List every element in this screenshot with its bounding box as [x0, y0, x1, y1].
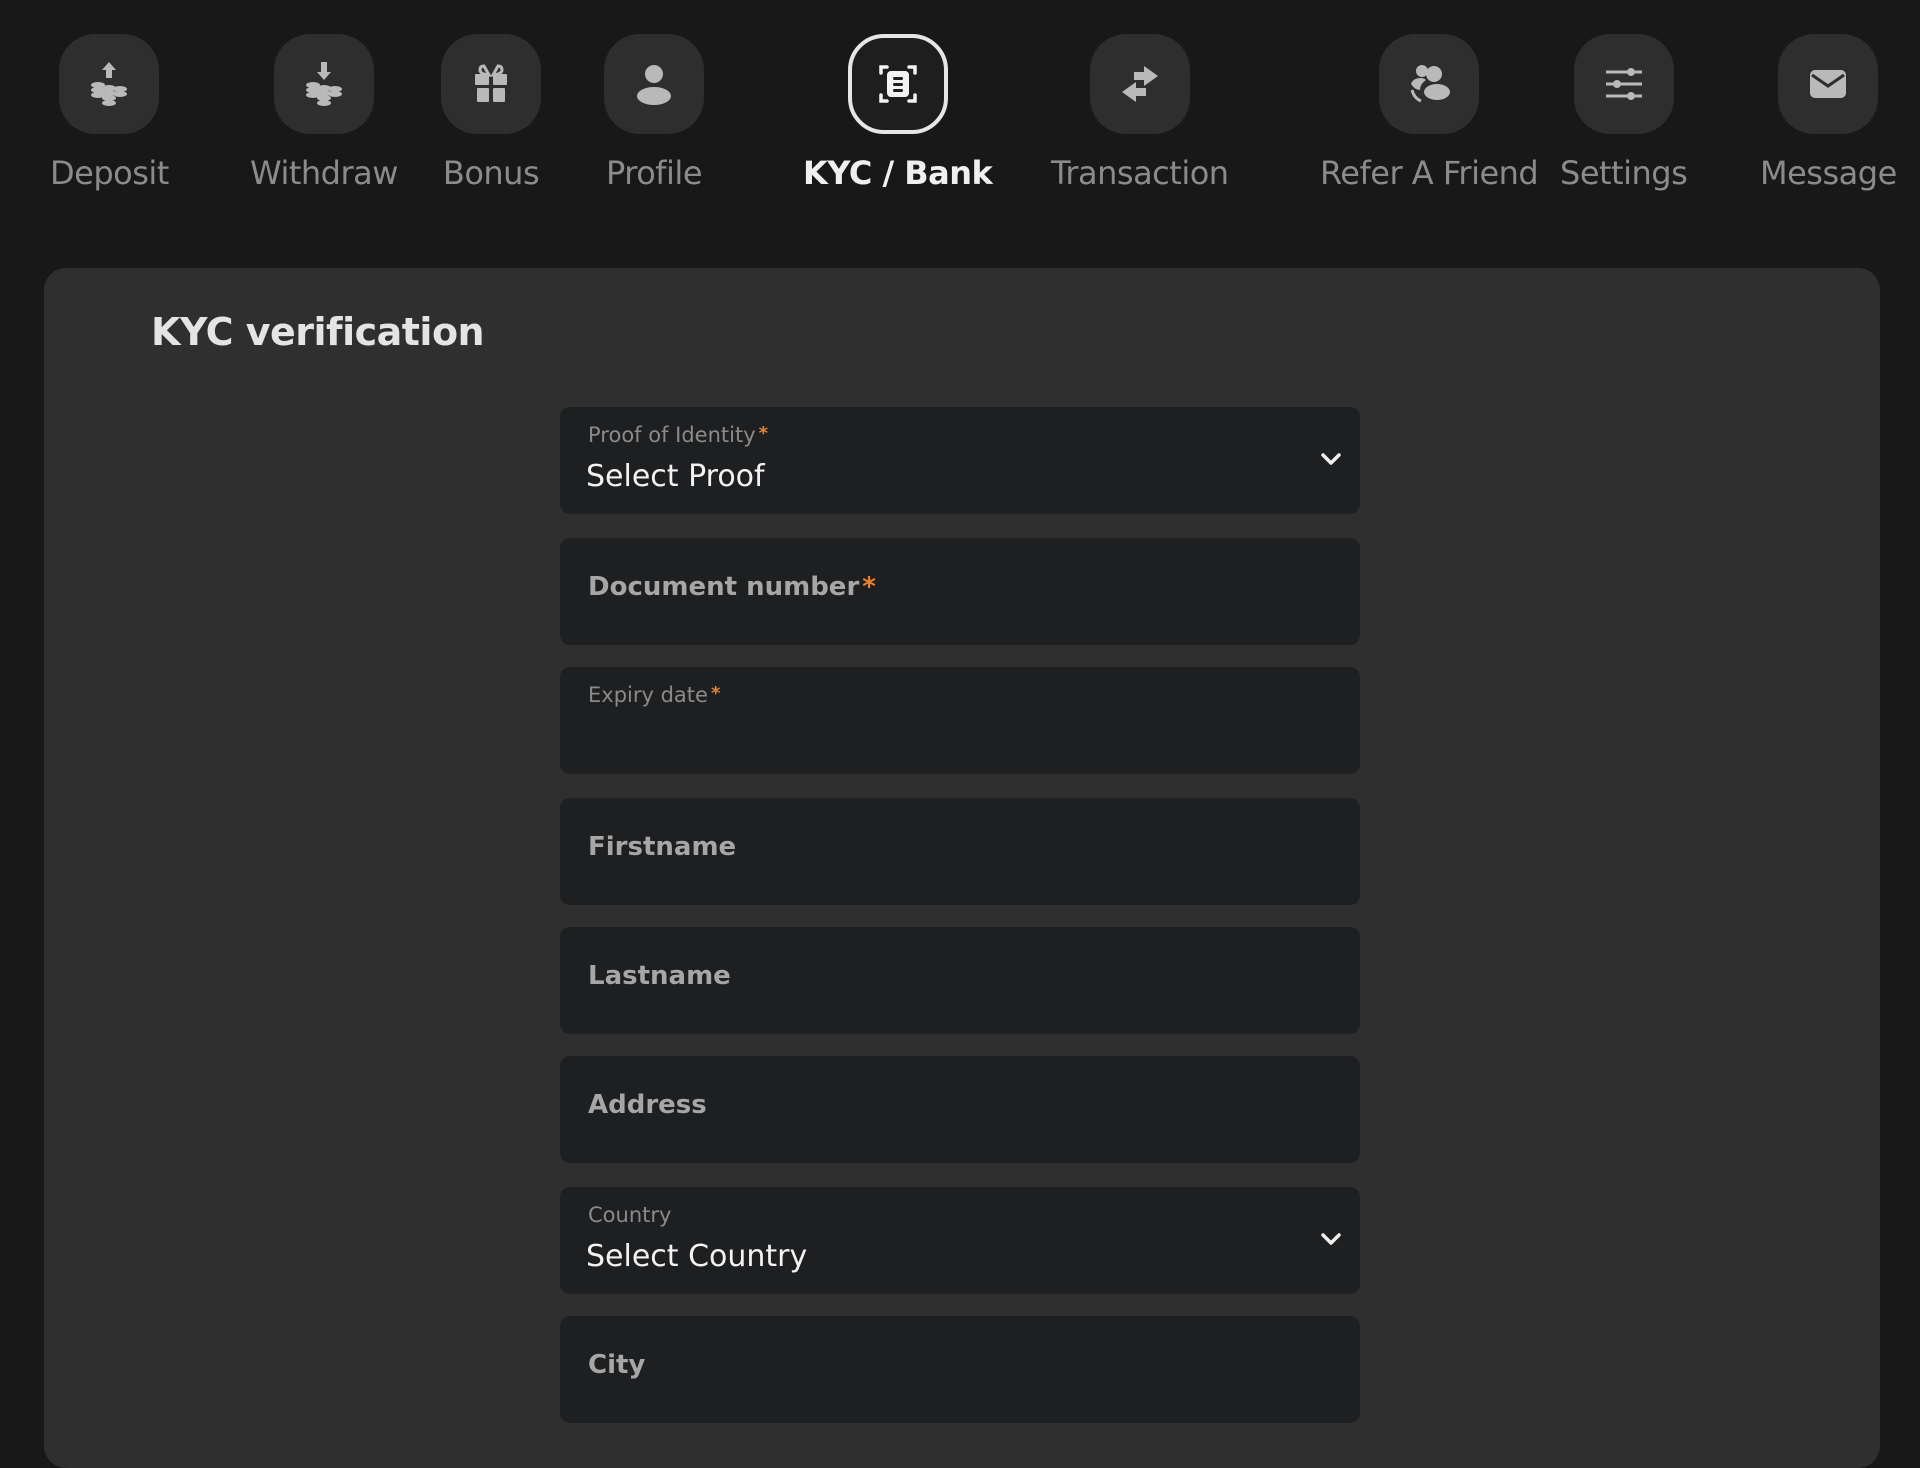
chevron-down-icon — [1321, 453, 1341, 465]
nav-label-bonus: Bonus — [442, 154, 540, 192]
deposit-coins-up-icon — [59, 34, 160, 134]
nav-label-transaction: Transaction — [1051, 154, 1229, 192]
nav-label-profile: Profile — [606, 154, 703, 192]
sliders-icon — [1573, 34, 1674, 134]
chevron-down-icon — [1321, 1233, 1341, 1245]
address-input[interactable] — [560, 1056, 1364, 1165]
firstname-input[interactable] — [560, 798, 1364, 907]
expiry-date-field[interactable]: Expiry date * — [560, 667, 1364, 776]
document-number-field[interactable]: Document number * — [560, 538, 1364, 647]
nav-label-message: Message — [1760, 154, 1897, 192]
page-title: KYC verification — [151, 310, 485, 354]
required-asterisk: * — [758, 423, 769, 444]
nav-item-transaction[interactable]: Transaction — [1051, 34, 1229, 192]
country-label: Country — [588, 1203, 672, 1227]
firstname-field[interactable]: Firstname — [560, 798, 1364, 907]
users-refer-icon — [1379, 34, 1480, 134]
country-value: Select Country — [586, 1239, 808, 1274]
user-icon — [604, 34, 704, 134]
proof-of-identity-select[interactable]: Proof of Identity * Select Proof — [560, 407, 1360, 514]
proof-of-identity-value: Select Proof — [586, 459, 765, 494]
expiry-date-input[interactable] — [560, 667, 1364, 776]
nav-label-refer-a-friend: Refer A Friend — [1320, 154, 1539, 192]
nav-label-settings: Settings — [1560, 154, 1688, 192]
nav-item-message[interactable]: Message — [1760, 34, 1897, 192]
document-scan-icon — [847, 34, 948, 134]
nav-item-withdraw[interactable]: Withdraw — [250, 34, 398, 192]
document-number-input[interactable] — [560, 538, 1364, 647]
envelope-icon — [1778, 34, 1879, 134]
proof-of-identity-label: Proof of Identity * — [588, 423, 769, 447]
nav-label-deposit: Deposit — [50, 154, 169, 192]
withdraw-coins-down-icon — [273, 34, 374, 134]
nav-item-profile[interactable]: Profile — [604, 34, 704, 192]
nav-item-kyc-bank[interactable]: KYC / Bank — [803, 34, 993, 192]
nav-label-withdraw: Withdraw — [250, 154, 398, 192]
lastname-field[interactable]: Lastname — [560, 927, 1364, 1036]
nav-item-deposit[interactable]: Deposit — [50, 34, 169, 192]
nav-item-bonus[interactable]: Bonus — [441, 34, 541, 192]
gift-icon — [441, 34, 541, 134]
swap-arrows-icon — [1089, 34, 1190, 134]
nav-item-settings[interactable]: Settings — [1560, 34, 1688, 192]
lastname-input[interactable] — [560, 927, 1364, 1036]
address-field[interactable]: Address — [560, 1056, 1364, 1165]
city-field[interactable]: City — [560, 1316, 1364, 1425]
nav-label-kyc-bank: KYC / Bank — [803, 154, 993, 192]
kyc-card: KYC verification Proof of Identity * Sele… — [44, 268, 1880, 1468]
country-select[interactable]: Country Select Country — [560, 1187, 1360, 1294]
city-input[interactable] — [560, 1316, 1364, 1425]
nav-item-refer-a-friend[interactable]: Refer A Friend — [1320, 34, 1539, 192]
